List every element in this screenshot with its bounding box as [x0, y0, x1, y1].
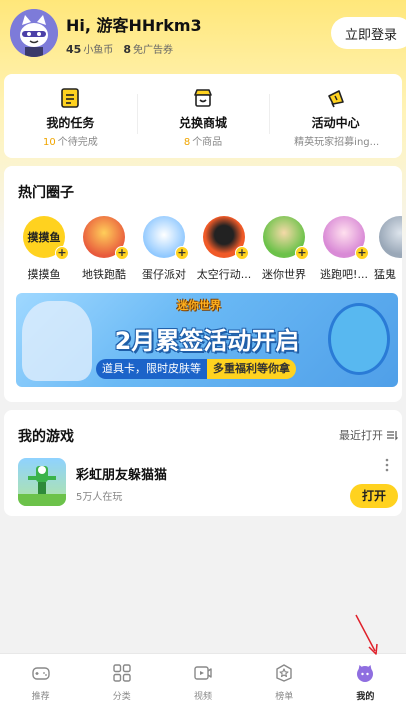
circle-item[interactable]: 猛鬼: [370, 216, 402, 282]
circle-avatar: +: [263, 216, 309, 260]
recent-sort-label: 最近打开: [339, 429, 383, 442]
circle-label: 迷你世界: [262, 268, 306, 281]
nav-item-video[interactable]: 视频: [162, 654, 243, 711]
quick-actions-card: 我的任务 10 个待完成 兑换商城 8 个商品 活动中心 精英玩家招募ing...: [4, 74, 402, 158]
game-name: 彩虹朋友躲猫猫: [76, 468, 168, 483]
quick-count: 10: [42, 137, 56, 148]
nav-label: 推荐: [31, 692, 50, 702]
circle-avatar: +: [83, 216, 129, 260]
quick-count: 8: [183, 137, 191, 148]
circle-item[interactable]: + 地铁跑酷: [74, 216, 134, 282]
ad-free-label: 免广告券: [132, 45, 173, 56]
add-circle-icon[interactable]: +: [175, 246, 189, 260]
banner-tagline: 道具卡，限时皮肤等 多重福利等你拿: [96, 359, 296, 379]
add-circle-icon[interactable]: +: [235, 246, 249, 260]
nav-item-recommend[interactable]: 推荐: [0, 654, 81, 711]
task-list-icon: [61, 88, 80, 108]
shop-icon: [194, 89, 212, 107]
coins-label: 小鱼币: [83, 45, 114, 56]
circle-avatar: [379, 216, 402, 258]
circle-avatar-text: 摸摸鱼: [27, 231, 61, 244]
nav-label: 我的: [356, 692, 375, 702]
quick-sub-text: 个商品: [192, 137, 223, 148]
quick-item-tasks[interactable]: 我的任务 10 个待完成: [4, 74, 137, 158]
open-game-button[interactable]: 打开: [350, 484, 398, 508]
video-icon: [194, 666, 212, 680]
quick-title: 兑换商城: [179, 116, 228, 130]
annotation-arrow-icon: [355, 614, 378, 655]
hot-circles-card: 热门圈子 摸摸鱼 + 摸摸鱼 + 地铁跑酷 + 蛋仔派对 + 太空行动... +…: [4, 166, 402, 402]
banner-tagline-right: 多重福利等你拿: [207, 359, 296, 379]
nav-label: 榜单: [275, 692, 294, 702]
circle-item[interactable]: + 蛋仔派对: [134, 216, 194, 282]
banner-tagline-left: 道具卡，限时皮肤等: [96, 359, 207, 379]
quick-sub-text: 个待完成: [57, 137, 98, 148]
greeting-text: Hi, 游客HHrkm3: [66, 16, 202, 35]
banner-game-logo: 迷你世界: [177, 299, 221, 312]
sort-icon: [387, 431, 398, 441]
login-button[interactable]: 立即登录: [331, 17, 406, 49]
gamepad-icon: [31, 667, 50, 680]
nav-item-ranking[interactable]: 榜单: [244, 654, 325, 711]
nav-item-category[interactable]: 分类: [81, 654, 162, 711]
megaphone-icon: [327, 90, 344, 108]
nav-label: 视频: [194, 692, 213, 702]
circle-avatar: 摸摸鱼 +: [23, 216, 69, 260]
circle-item[interactable]: + 太空行动...: [194, 216, 254, 282]
add-circle-icon[interactable]: +: [355, 246, 369, 260]
circle-label: 猛鬼: [374, 268, 396, 281]
profile-avatar-icon: [357, 665, 374, 682]
ad-free-count: 8: [123, 43, 131, 56]
circle-avatar: +: [203, 216, 249, 260]
banner-title: 2月累签活动开启: [114, 327, 300, 355]
quick-title: 活动中心: [311, 116, 360, 130]
section-title: 热门圈子: [18, 185, 74, 201]
circle-label: 太空行动...: [196, 268, 252, 281]
nav-item-mine[interactable]: 我的: [325, 654, 406, 711]
circle-label: 摸摸鱼: [27, 268, 61, 281]
add-circle-icon[interactable]: +: [55, 246, 69, 260]
quick-sub: 8 个商品: [137, 133, 270, 148]
circle-label: 地铁跑酷: [82, 268, 126, 281]
game-thumbnail[interactable]: [18, 458, 66, 506]
grid-icon: [113, 664, 131, 682]
event-banner[interactable]: 迷你世界 2月累签活动开启 道具卡，限时皮肤等 多重福利等你拿: [16, 293, 398, 387]
more-options-icon[interactable]: [384, 458, 390, 472]
circle-item[interactable]: + 迷你世界: [254, 216, 314, 282]
profile-header: Hi, 游客HHrkm3 45 小鱼币 8 免广告券 立即登录: [0, 0, 406, 70]
quick-sub-text: 精英玩家招募ing...: [294, 137, 380, 148]
circle-label: 蛋仔派对: [142, 268, 186, 281]
circle-label: 逃跑吧!...: [320, 268, 368, 281]
add-circle-icon[interactable]: +: [295, 246, 309, 260]
circle-avatar: +: [323, 216, 369, 260]
circle-list: 摸摸鱼 + 摸摸鱼 + 地铁跑酷 + 蛋仔派对 + 太空行动... + 迷你世界…: [4, 216, 402, 286]
circle-avatar: +: [143, 216, 189, 260]
recent-sort-button[interactable]: 最近打开: [339, 427, 398, 443]
bottom-nav: 推荐 分类 视频 榜单 我的: [0, 653, 406, 711]
quick-sub: 10 个待完成: [4, 133, 137, 148]
user-stats: 45 小鱼币 8 免广告券: [66, 41, 173, 56]
quick-title: 我的任务: [46, 116, 95, 130]
coins-count: 45: [66, 43, 82, 56]
circle-item[interactable]: 摸摸鱼 + 摸摸鱼: [14, 216, 74, 282]
quick-item-shop[interactable]: 兑换商城 8 个商品: [136, 74, 270, 158]
user-avatar[interactable]: [10, 9, 58, 57]
nav-label: 分类: [112, 692, 131, 702]
circle-item[interactable]: + 逃跑吧!...: [314, 216, 374, 282]
quick-item-events[interactable]: 活动中心 精英玩家招募ing...: [269, 74, 402, 158]
my-games-card: 我的游戏 最近打开 彩虹朋友躲猫猫 5万人在玩 打开: [4, 410, 402, 516]
section-title: 我的游戏: [18, 429, 74, 445]
quick-sub: 精英玩家招募ing...: [269, 133, 402, 148]
add-circle-icon[interactable]: +: [115, 246, 129, 260]
game-players: 5万人在玩: [76, 492, 123, 503]
star-badge-icon: [276, 664, 292, 682]
